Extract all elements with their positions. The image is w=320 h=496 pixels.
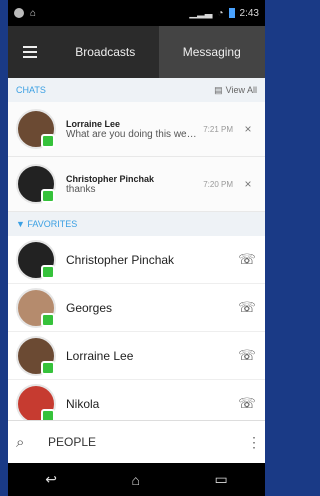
- chat-row[interactable]: Christopher Pinchak thanks 7:20 PM ×: [8, 157, 265, 212]
- app-notification-icon: [14, 8, 24, 18]
- recent-apps-icon[interactable]: ▭: [214, 471, 227, 488]
- people-bar[interactable]: ⌕ PEOPLE ⋮: [8, 420, 265, 463]
- hamburger-icon: [23, 46, 37, 58]
- view-all-link[interactable]: ▤ View All: [214, 85, 257, 96]
- phone-call-icon[interactable]: ☏: [237, 299, 257, 316]
- status-bar: ⌂ ▁▂▃ ◔ 2:43: [8, 0, 265, 26]
- search-icon[interactable]: ⌕: [16, 434, 40, 451]
- favorites-section-title: ▼ FAVORITES: [16, 219, 78, 229]
- notification-icon: ⌂: [30, 7, 37, 19]
- navigation-bar: ↩ ⌂ ▭: [8, 463, 265, 496]
- close-icon[interactable]: ×: [239, 122, 257, 136]
- avatar: [16, 164, 56, 204]
- menu-button[interactable]: [8, 26, 52, 78]
- home-icon[interactable]: ⌂: [132, 472, 140, 488]
- close-icon[interactable]: ×: [239, 177, 257, 191]
- tab-messaging[interactable]: Messaging: [158, 26, 265, 78]
- online-status-icon: [41, 189, 55, 203]
- online-status-icon: [41, 408, 55, 420]
- chats-section-title: CHATS: [16, 85, 46, 95]
- tab-bar: Broadcasts Messaging: [8, 26, 265, 78]
- phone-screen: ⌂ ▁▂▃ ◔ 2:43 Broadcasts Messaging CHATS …: [8, 0, 265, 496]
- battery-icon: [228, 8, 235, 18]
- favorite-row[interactable]: Nikola ☏: [8, 380, 265, 420]
- online-status-icon: [41, 312, 55, 327]
- avatar: [16, 287, 56, 328]
- status-right: ▁▂▃ ◔ 2:43: [189, 8, 259, 19]
- online-status-icon: [41, 360, 55, 375]
- chat-message: What are you doing this weeke...: [66, 128, 198, 140]
- favorite-name: Nikola: [66, 396, 100, 411]
- chat-time: 7:21 PM: [203, 124, 233, 134]
- tab-broadcasts[interactable]: Broadcasts: [52, 26, 159, 78]
- chat-message: thanks: [66, 183, 96, 195]
- messaging-content: CHATS ▤ View All Lorraine Lee What are y…: [8, 78, 265, 420]
- chat-time: 7:20 PM: [203, 179, 233, 189]
- avatar: [16, 335, 56, 376]
- favorites-section-header: ▼ FAVORITES: [8, 212, 265, 236]
- chats-section-header: CHATS ▤ View All: [8, 78, 265, 102]
- online-status-icon: [41, 134, 55, 148]
- phone-call-icon[interactable]: ☏: [237, 251, 257, 268]
- tab-label: Messaging: [182, 45, 241, 59]
- overflow-menu-icon[interactable]: ⋮: [247, 434, 261, 451]
- view-all-label: View All: [225, 85, 257, 95]
- avatar: [16, 383, 56, 420]
- wifi-icon: ◔: [217, 7, 224, 19]
- phone-call-icon[interactable]: ☏: [237, 347, 257, 364]
- chat-text: Christopher Pinchak thanks: [66, 174, 197, 195]
- favorite-name: Georges: [66, 300, 113, 315]
- favorite-row[interactable]: Georges ☏: [8, 284, 265, 332]
- avatar: [16, 109, 56, 149]
- chat-name: Christopher Pinchak: [66, 173, 155, 184]
- status-time: 2:43: [239, 7, 259, 19]
- back-icon[interactable]: ↩: [45, 471, 57, 488]
- favorite-row[interactable]: Christopher Pinchak ☏: [8, 236, 265, 284]
- avatar: [16, 239, 56, 280]
- favorite-row[interactable]: Lorraine Lee ☏: [8, 332, 265, 380]
- status-left: ⌂: [14, 8, 36, 19]
- favorite-name: Christopher Pinchak: [66, 252, 175, 267]
- tab-label: Broadcasts: [75, 45, 136, 59]
- signal-icon: ▁▂▃: [189, 7, 213, 19]
- chat-text: Lorraine Lee What are you doing this wee…: [66, 119, 197, 140]
- people-label: PEOPLE: [48, 435, 97, 449]
- favorite-name: Lorraine Lee: [66, 348, 134, 363]
- list-icon: ▤: [214, 84, 223, 95]
- phone-call-icon[interactable]: ☏: [237, 395, 257, 412]
- chat-row[interactable]: Lorraine Lee What are you doing this wee…: [8, 102, 265, 157]
- chat-name: Lorraine Lee: [66, 118, 121, 129]
- online-status-icon: [41, 264, 55, 279]
